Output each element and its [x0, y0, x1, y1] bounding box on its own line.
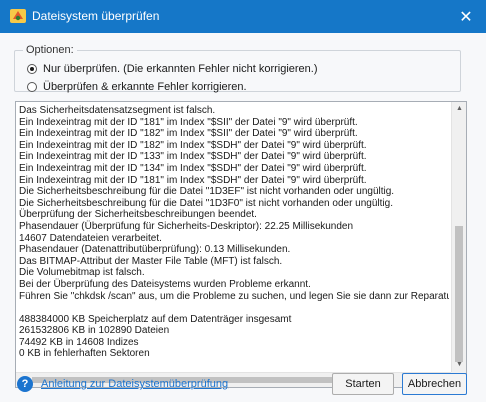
- vertical-scroll-thumb[interactable]: [455, 226, 463, 362]
- scroll-up-icon[interactable]: ▲: [452, 102, 466, 116]
- log-line: Ein Indexeintrag mit der ID "133" im Ind…: [19, 151, 367, 163]
- close-button[interactable]: ✕: [446, 0, 486, 33]
- vertical-scrollbar[interactable]: ▲ ▼: [451, 102, 466, 372]
- log-line: Ein Indexeintrag mit der ID "182" im Ind…: [19, 139, 367, 151]
- help-link[interactable]: Anleitung zur Dateisystemüberprüfung: [41, 378, 228, 390]
- log-line: Ein Indexeintrag mit der ID "181" im Ind…: [19, 116, 358, 128]
- help-icon[interactable]: ?: [17, 376, 33, 392]
- window-title: Dateisystem überprüfen: [32, 9, 160, 23]
- log-line: Die Sicherheitsbeschreibung für die Date…: [19, 186, 395, 198]
- log-line: Überprüfung der Sicherheitsbeschreibunge…: [19, 209, 257, 221]
- log-line: 261532806 KB in 102890 Dateien: [19, 325, 170, 337]
- log-lines: Das Sicherheitsdatensatzsegment ist fals…: [19, 105, 449, 362]
- start-button[interactable]: Starten: [332, 373, 394, 395]
- log-line: Bei der Überprüfung des Dateisystems wur…: [19, 278, 311, 290]
- log-line: Phasendauer (Datenattributüberprüfung): …: [19, 244, 291, 256]
- log-line: Ein Indexeintrag mit der ID "181" im Ind…: [19, 174, 367, 186]
- dialog-body: Optionen: Nur überprüfen. (Die erkannten…: [0, 33, 486, 402]
- options-legend: Optionen:: [26, 44, 74, 56]
- radio-check-and-fix-label: Überprüfen & erkannte Fehler korrigieren…: [43, 81, 247, 93]
- log-line: Phasendauer (Überprüfung für Sicherheits…: [19, 220, 354, 232]
- radio-selected-icon[interactable]: [27, 64, 37, 74]
- close-icon: ✕: [459, 8, 473, 26]
- log-line: 14607 Datendateien verarbeitet.: [19, 232, 162, 244]
- log-line: Ein Indexeintrag mit der ID "134" im Ind…: [19, 162, 367, 174]
- title-bar: Dateisystem überprüfen ✕: [0, 0, 486, 33]
- radio-unselected-icon[interactable]: [27, 82, 37, 92]
- log-line: 0 KB in fehlerhaften Sektoren: [19, 348, 150, 360]
- scroll-down-icon[interactable]: ▼: [452, 358, 466, 372]
- radio-check-only[interactable]: Nur überprüfen. (Die erkannten Fehler ni…: [27, 63, 318, 75]
- log-line: Das Sicherheitsdatensatzsegment ist fals…: [19, 105, 216, 116]
- options-group: Optionen: Nur überprüfen. (Die erkannten…: [14, 44, 461, 93]
- partition-wizard-icon: [10, 9, 26, 23]
- log-line: Das BITMAP-Attribut der Master File Tabl…: [19, 255, 283, 267]
- log-line: Ein Indexeintrag mit der ID "182" im Ind…: [19, 128, 358, 140]
- result-log[interactable]: Das Sicherheitsdatensatzsegment ist fals…: [15, 101, 467, 388]
- cancel-button[interactable]: Abbrechen: [402, 373, 467, 395]
- radio-check-only-label: Nur überprüfen. (Die erkannten Fehler ni…: [43, 63, 318, 75]
- radio-check-and-fix[interactable]: Überprüfen & erkannte Fehler korrigieren…: [27, 81, 247, 93]
- log-line: Die Volumebitmap ist falsch.: [19, 267, 145, 279]
- log-line: 488384000 KB Speicherplatz auf dem Daten…: [19, 313, 292, 325]
- log-line: Führen Sie "chkdsk /scan" aus, um die Pr…: [19, 290, 449, 302]
- log-line: 74492 KB in 14608 Indizes: [19, 336, 139, 348]
- log-line: Die Sicherheitsbeschreibung für die Date…: [19, 197, 393, 209]
